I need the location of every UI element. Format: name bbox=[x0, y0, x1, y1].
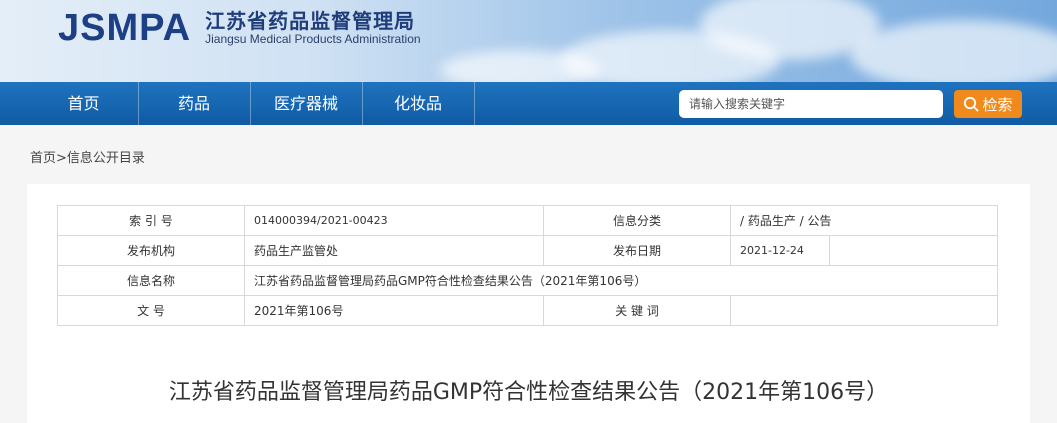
nav-item-medical-devices[interactable]: 医疗器械 bbox=[251, 82, 361, 125]
value-document-number: 2021年第106号 bbox=[244, 295, 544, 326]
value-index-number: 014000394/2021-00423 bbox=[244, 205, 544, 236]
table-row: 发布机构 药品生产监管处 发布日期 2021-12-24 bbox=[57, 235, 998, 266]
content-panel: 索 引 号 014000394/2021-00423 信息分类 / 药品生产 /… bbox=[27, 184, 1030, 423]
banner-cloud bbox=[850, 20, 1057, 82]
value-publisher: 药品生产监管处 bbox=[244, 235, 544, 266]
label-info-category: 信息分类 bbox=[543, 205, 731, 236]
breadcrumb-home[interactable]: 首页 bbox=[30, 151, 56, 166]
nav-item-cosmetics[interactable]: 化妆品 bbox=[363, 82, 473, 125]
table-row: 索 引 号 014000394/2021-00423 信息分类 / 药品生产 /… bbox=[57, 205, 998, 236]
breadcrumb: 首页>信息公开目录 bbox=[30, 147, 145, 166]
org-name-cn: 江苏省药品监督管理局 bbox=[205, 8, 416, 33]
table-row: 信息名称 江苏省药品监督管理局药品GMP符合性检查结果公告（2021年第106号… bbox=[57, 265, 998, 296]
value-info-category: / 药品生产 / 公告 bbox=[730, 205, 998, 236]
empty-cell bbox=[829, 235, 998, 266]
label-index-number: 索 引 号 bbox=[57, 205, 245, 236]
label-keywords: 关 键 词 bbox=[543, 295, 731, 326]
search-icon bbox=[964, 96, 979, 112]
header-banner: JSMPA 江苏省药品监督管理局 Jiangsu Medical Product… bbox=[0, 0, 1057, 82]
value-publish-date: 2021-12-24 bbox=[730, 235, 830, 266]
logo-mark: JSMPA bbox=[58, 7, 192, 49]
site-logo[interactable]: JSMPA 江苏省药品监督管理局 Jiangsu Medical Product… bbox=[58, 6, 421, 50]
value-keywords bbox=[730, 295, 998, 326]
org-name-en: Jiangsu Medical Products Administration bbox=[205, 31, 421, 46]
table-row: 文 号 2021年第106号 关 键 词 bbox=[57, 295, 998, 326]
banner-cloud bbox=[440, 50, 600, 82]
search-input[interactable] bbox=[679, 90, 943, 118]
info-meta-table: 索 引 号 014000394/2021-00423 信息分类 / 药品生产 /… bbox=[57, 205, 998, 326]
logo-text: 江苏省药品监督管理局 Jiangsu Medical Products Admi… bbox=[205, 10, 420, 47]
document-title: 江苏省药品监督管理局药品GMP符合性检查结果公告（2021年第106号） bbox=[168, 380, 889, 405]
nav-item-drugs[interactable]: 药品 bbox=[139, 82, 249, 125]
nav-item-home[interactable]: 首页 bbox=[30, 82, 137, 125]
breadcrumb-separator: > bbox=[56, 151, 67, 166]
breadcrumb-current[interactable]: 信息公开目录 bbox=[67, 151, 145, 166]
nav-divider bbox=[474, 82, 475, 125]
search-button-label: 检索 bbox=[982, 95, 1013, 114]
label-publisher: 发布机构 bbox=[57, 235, 245, 266]
search-button[interactable]: 检索 bbox=[954, 90, 1022, 118]
value-info-name: 江苏省药品监督管理局药品GMP符合性检查结果公告（2021年第106号） bbox=[244, 265, 998, 296]
label-publish-date: 发布日期 bbox=[543, 235, 731, 266]
label-document-number: 文 号 bbox=[57, 295, 245, 326]
label-info-name: 信息名称 bbox=[57, 265, 245, 296]
